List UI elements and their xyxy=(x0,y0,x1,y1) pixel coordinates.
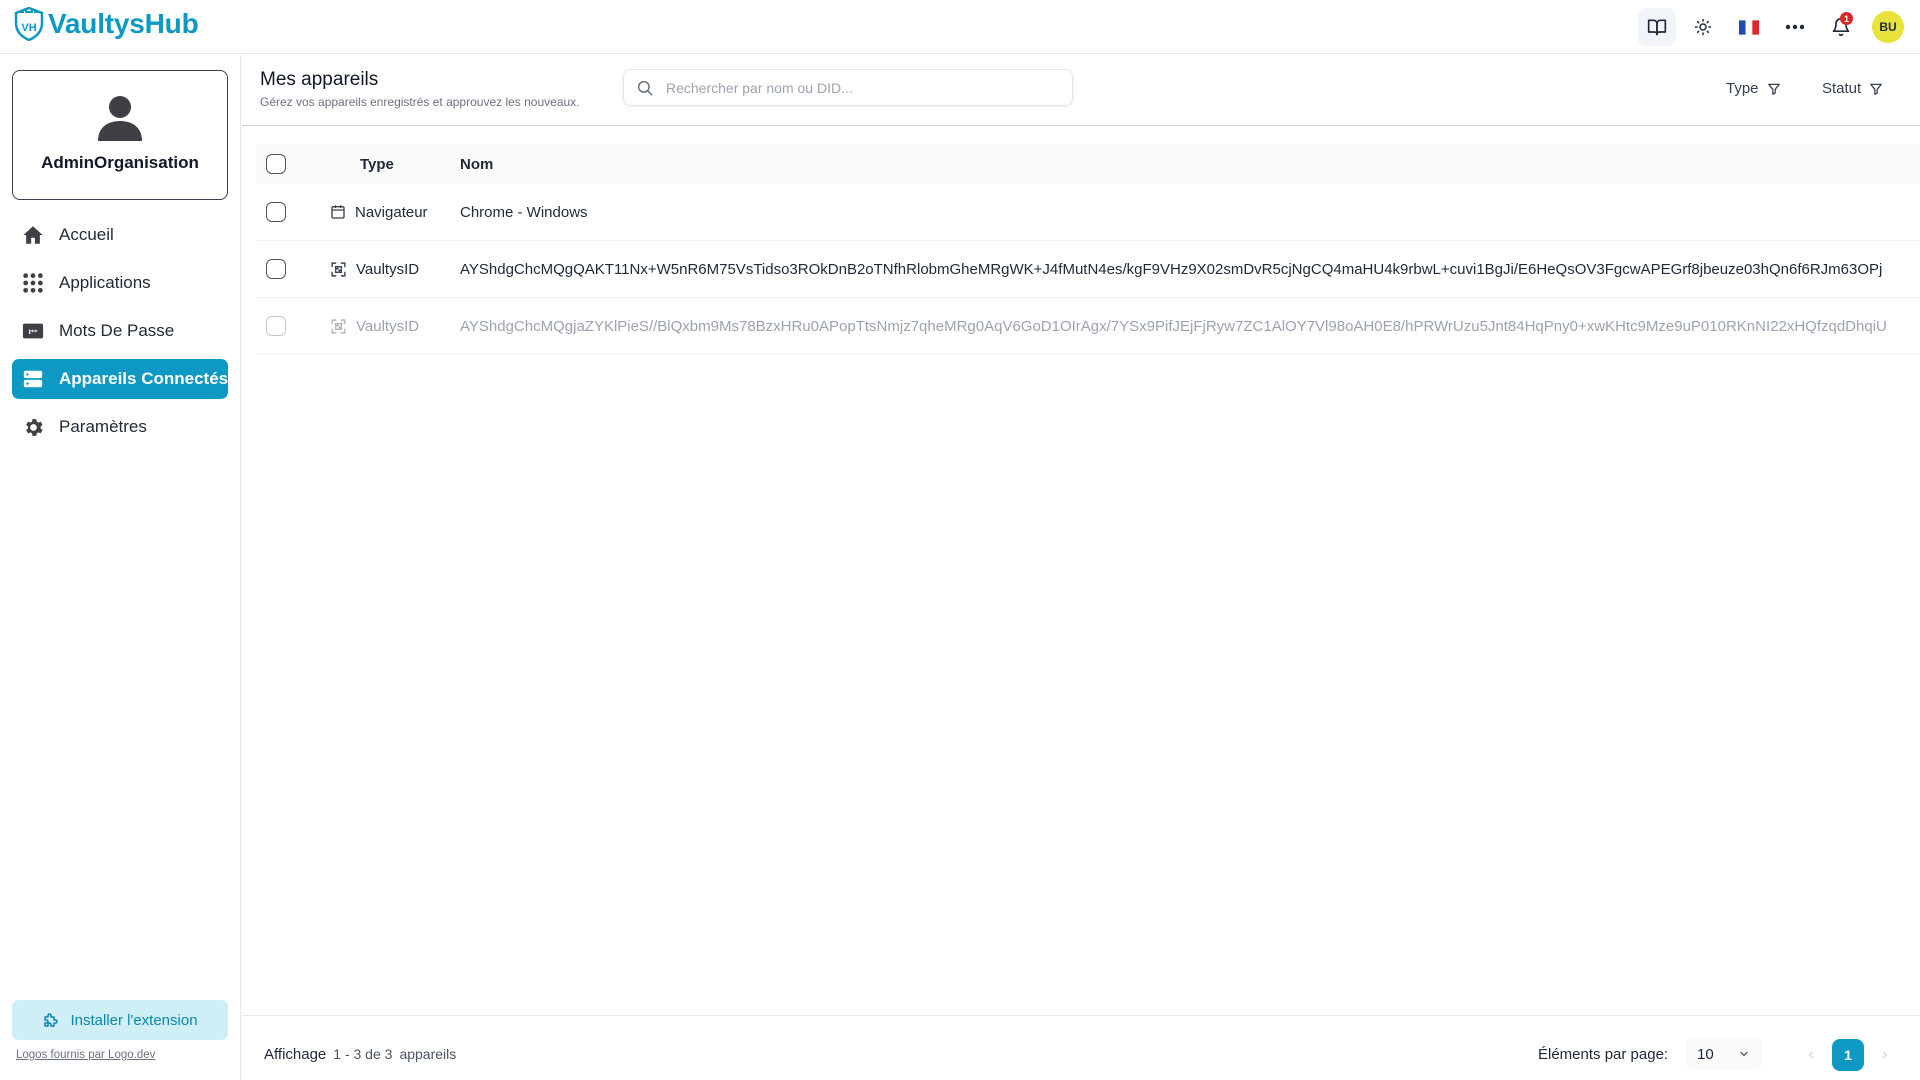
search-icon xyxy=(637,80,653,96)
display-label: Affichage xyxy=(264,1046,327,1063)
device-name: AYShdgChcMQgQAKT11Nx+W5nR6M75VsTidso3ROk… xyxy=(460,260,1883,278)
table-row[interactable]: VaultysID AYShdgChcMQgjaZYKlPieS//BlQxbm… xyxy=(256,298,1920,355)
display-unit: appareils xyxy=(399,1046,457,1062)
qr-scan-icon xyxy=(331,318,346,334)
install-extension-label: Installer l'extension xyxy=(70,1011,198,1029)
sidebar-item-label: Appareils Connectés xyxy=(59,369,228,388)
notifications-button[interactable]: 1 xyxy=(1822,8,1860,46)
device-name: Chrome - Windows xyxy=(460,203,588,221)
name-column-header[interactable]: Nom xyxy=(460,156,1920,173)
device-type: VaultysID xyxy=(356,317,420,335)
type-cell: Navigateur xyxy=(330,204,460,221)
shield-logo-icon: VH xyxy=(14,7,44,41)
install-extension-button[interactable]: Installer l'extension xyxy=(12,1000,228,1040)
display-range: 1 - 3 de 3 xyxy=(333,1046,393,1062)
sidebar-item-appareils-connectes[interactable]: Appareils Connectés xyxy=(12,359,228,399)
svg-text:I**: I** xyxy=(28,328,38,336)
device-name: AYShdgChcMQgjaZYKlPieS//BlQxbm9Ms78BzxHR… xyxy=(460,317,1887,335)
devices-table: Type Nom Navigateur Chrome - Windows Vau… xyxy=(256,144,1920,355)
page-button-current[interactable]: 1 xyxy=(1832,1039,1864,1071)
filter-icon xyxy=(1870,83,1883,95)
device-type: Navigateur xyxy=(355,203,428,221)
french-flag-icon xyxy=(1739,19,1759,35)
type-cell: VaultysID xyxy=(330,318,460,335)
per-page-select[interactable]: 10 xyxy=(1686,1037,1762,1071)
top-bar: VH VaultysHub 1 BU xyxy=(0,0,1920,54)
home-icon xyxy=(21,223,45,247)
page-title: Mes appareils xyxy=(260,69,379,90)
gear-icon xyxy=(21,415,45,439)
logos-credit-link[interactable]: Logos fournis par Logo.dev xyxy=(16,1049,155,1061)
brand-name: VaultysHub xyxy=(48,8,199,39)
sidebar-item-mots-de-passe[interactable]: I** Mots De Passe xyxy=(12,311,228,351)
book-icon xyxy=(1647,19,1667,36)
type-filter-label: Type xyxy=(1726,80,1759,97)
theme-toggle-button[interactable] xyxy=(1684,8,1722,46)
per-page-value: 10 xyxy=(1697,1045,1714,1063)
row-checkbox[interactable] xyxy=(266,202,286,222)
search-input[interactable] xyxy=(666,79,1046,96)
docs-button[interactable] xyxy=(1638,8,1676,46)
browser-icon xyxy=(331,205,345,219)
table-row[interactable]: VaultysID AYShdgChcMQgQAKT11Nx+W5nR6M75V… xyxy=(256,241,1920,298)
filter-icon xyxy=(1767,83,1780,95)
sidebar-nav: Accueil Applications I** Mots De Passe A… xyxy=(12,215,228,455)
notification-badge: 1 xyxy=(1840,12,1853,25)
server-icon xyxy=(21,367,45,391)
page-subtitle: Gérez vos appareils enregistrés et appro… xyxy=(260,95,580,109)
sidebar-item-accueil[interactable]: Accueil xyxy=(12,215,228,255)
sidebar-item-label: Mots De Passe xyxy=(59,321,175,340)
profile-card[interactable]: AdminOrganisation xyxy=(12,70,228,200)
row-check-cell xyxy=(256,259,330,279)
table-footer: Affichage 1 - 3 de 3 appareils Éléments … xyxy=(242,1015,1920,1080)
table-row[interactable]: Navigateur Chrome - Windows xyxy=(256,184,1920,241)
logo-badge-text: VH xyxy=(21,22,36,34)
type-cell: VaultysID xyxy=(330,261,460,278)
sidebar-item-label: Paramètres xyxy=(59,417,147,436)
top-actions: 1 BU xyxy=(1638,8,1904,46)
next-page-button[interactable] xyxy=(1870,1040,1900,1070)
user-avatar[interactable]: BU xyxy=(1872,11,1904,43)
language-button[interactable] xyxy=(1730,8,1768,46)
page-header: Mes appareils Gérez vos appareils enregi… xyxy=(242,55,1920,126)
sun-icon xyxy=(1694,18,1712,36)
chevron-left-icon xyxy=(1808,1051,1814,1059)
user-icon xyxy=(98,96,142,141)
row-check-cell xyxy=(256,202,330,222)
sidebar-item-applications[interactable]: Applications xyxy=(12,263,228,303)
password-icon: I** xyxy=(21,319,45,343)
type-column-header[interactable]: Type xyxy=(330,156,460,173)
puzzle-icon xyxy=(44,1013,59,1027)
sidebar: AdminOrganisation Accueil Applications I… xyxy=(0,55,241,1080)
chevron-down-icon xyxy=(1740,1051,1748,1057)
more-icon xyxy=(1785,24,1805,30)
more-button[interactable] xyxy=(1776,8,1814,46)
status-filter-label: Statut xyxy=(1822,80,1862,97)
main-content: Mes appareils Gérez vos appareils enregi… xyxy=(242,55,1920,1080)
status-filter[interactable]: Statut xyxy=(1822,80,1883,97)
prev-page-button[interactable] xyxy=(1796,1040,1826,1070)
device-type: VaultysID xyxy=(356,260,420,278)
qr-scan-icon xyxy=(331,261,346,277)
search-box xyxy=(623,69,1073,106)
display-summary: Affichage 1 - 3 de 3 appareils xyxy=(264,1046,456,1063)
row-checkbox[interactable] xyxy=(266,259,286,279)
brand-logo[interactable]: VH VaultysHub xyxy=(14,7,199,41)
row-check-cell xyxy=(256,316,330,336)
select-all-checkbox[interactable] xyxy=(266,154,286,174)
table-header: Type Nom xyxy=(256,144,1920,184)
per-page-label: Éléments par page: xyxy=(1538,1046,1669,1063)
grid-icon xyxy=(21,271,45,295)
sidebar-item-label: Accueil xyxy=(59,225,114,244)
select-all-cell xyxy=(256,154,330,174)
sidebar-item-parametres[interactable]: Paramètres xyxy=(12,407,228,447)
chevron-right-icon xyxy=(1882,1051,1888,1059)
sidebar-item-label: Applications xyxy=(59,273,151,292)
type-filter[interactable]: Type xyxy=(1726,80,1781,97)
row-checkbox[interactable] xyxy=(266,316,286,336)
profile-name: AdminOrganisation xyxy=(41,153,199,172)
pagination: 1 xyxy=(1796,1039,1900,1071)
